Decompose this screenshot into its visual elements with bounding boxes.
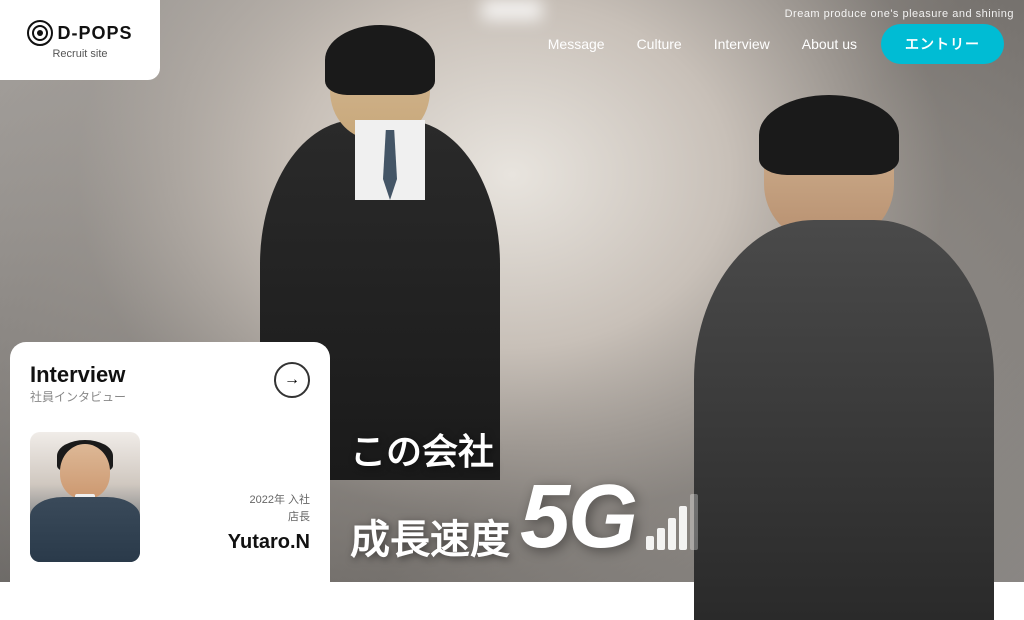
main-nav: Message Culture Interview About us エントリー — [532, 24, 1004, 64]
person-name: Yutaro.N — [228, 531, 310, 554]
hero-5g-row: 成長速度 5G — [350, 472, 1014, 562]
dpops-logo-icon — [27, 20, 53, 46]
signal-bar-1 — [646, 536, 654, 550]
hero-text-overlay: この会社 成長速度 5G — [350, 432, 1014, 562]
logo-brand: D-POPS — [27, 20, 132, 46]
interview-title-text: Interview — [30, 362, 126, 388]
logo-text: D-POPS — [57, 23, 132, 44]
hero-5g-text: 5G — [520, 472, 636, 562]
signal-bar-4 — [679, 506, 687, 550]
site-header: D-POPS Recruit site Dream produce one's … — [0, 0, 1024, 80]
header-right: Dream produce one's pleasure and shining… — [532, 16, 1024, 64]
interview-card-title: Interview 社員インタビュー — [30, 362, 126, 417]
header-tagline: Dream produce one's pleasure and shining — [785, 8, 1024, 20]
person-year: 2022年 入社 — [249, 494, 310, 506]
person-right-hair — [759, 95, 899, 175]
interview-subtitle-text: 社員インタビュー — [30, 388, 126, 405]
entry-button[interactable]: エントリー — [881, 24, 1004, 64]
interview-arrow-button[interactable]: → — [274, 362, 310, 398]
nav-bar: Message Culture Interview About us エントリー — [532, 24, 1024, 64]
nav-interview[interactable]: Interview — [698, 28, 786, 60]
nav-message[interactable]: Message — [532, 28, 621, 60]
nav-about-us[interactable]: About us — [786, 28, 873, 60]
interview-card: Interview 社員インタビュー → 2022年 入社 店長 Yutaro.… — [10, 342, 330, 582]
hero-line2: 成長速度 — [350, 518, 510, 562]
logo-area: D-POPS Recruit site — [0, 0, 160, 80]
logo-subtitle: Recruit site — [52, 48, 107, 60]
signal-bar-2 — [657, 528, 665, 550]
arrow-icon: → — [284, 371, 300, 389]
signal-bar-5 — [690, 494, 698, 550]
avatar-body — [30, 497, 140, 562]
hero-line1: この会社 — [350, 432, 1014, 472]
nav-culture[interactable]: Culture — [621, 28, 698, 60]
person-role: 店長 — [288, 511, 310, 523]
person-info: 2022年 入社 店長 Yutaro.N — [156, 492, 310, 562]
interview-card-header: Interview 社員インタビュー → — [30, 362, 310, 417]
person-avatar — [30, 432, 140, 562]
avatar-head — [60, 444, 110, 499]
signal-bar-3 — [668, 518, 676, 550]
person-meta: 2022年 入社 店長 — [249, 492, 310, 527]
interview-person: 2022年 入社 店長 Yutaro.N — [30, 421, 310, 562]
signal-bars — [646, 494, 698, 550]
